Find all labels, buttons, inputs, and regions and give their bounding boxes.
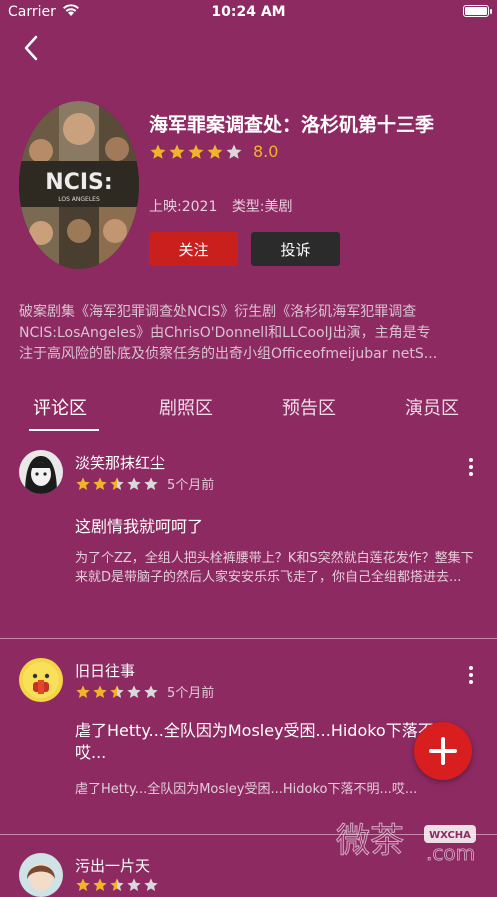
rating-stars <box>75 684 159 700</box>
star-icon <box>144 684 158 698</box>
comment-title: 这剧情我就呵呵了 <box>75 517 204 536</box>
star-icon <box>93 878 107 891</box>
tab-trailers[interactable]: 预告区 <box>282 394 336 420</box>
comment-body: 为了个ZZ，全组人把头栓裤腰带上？K和S突然就白莲花发作？整集下来就D是带脑子的… <box>75 551 474 585</box>
avatar[interactable] <box>19 853 63 897</box>
star-icon <box>110 476 124 490</box>
star-icon <box>93 476 107 490</box>
star-icon <box>150 144 166 159</box>
section-tabs: 评论区 剧照区 预告区 演员区 <box>0 394 497 434</box>
comment-body: 虐了Hetty...全队因为Mosley受困...Hidoko下落不明...哎.… <box>75 782 418 797</box>
add-comment-button[interactable] <box>414 722 472 780</box>
star-icon <box>144 878 158 891</box>
tab-cast[interactable]: 演员区 <box>405 394 459 420</box>
rating-stars <box>75 476 159 492</box>
poster-subtitle: LOS ANGELES <box>58 196 100 203</box>
star-icon <box>93 684 107 698</box>
comment-username[interactable]: 淡笑那抹红尘 <box>75 452 165 473</box>
genre: 类型:美剧 <box>231 199 293 215</box>
watermark-logo: 微茶 WXCHA .com <box>336 812 496 872</box>
comment-rating: 5个月前 <box>75 682 214 701</box>
star-icon <box>169 144 185 159</box>
star-icon <box>127 684 141 698</box>
comment-time: 5个月前 <box>167 478 215 493</box>
star-icon <box>127 476 141 490</box>
more-options-icon[interactable] <box>469 666 475 687</box>
battery-icon <box>463 5 492 17</box>
show-rating: 8.0 <box>149 142 278 161</box>
active-tab-indicator <box>29 429 99 431</box>
show-title: 海军罪案调查处：洛杉矶第十三季 <box>149 114 435 136</box>
avatar[interactable] <box>19 450 63 494</box>
star-icon <box>127 878 141 891</box>
star-icon <box>76 878 90 891</box>
star-icon <box>110 878 124 891</box>
show-poster: NCIS: LOS ANGELES <box>19 101 139 269</box>
star-icon <box>76 684 90 698</box>
comment-time: 5个月前 <box>167 686 215 701</box>
comment-rating: 5个月前 <box>75 474 214 493</box>
star-icon <box>188 144 204 159</box>
follow-button[interactable]: 关注 <box>149 232 238 266</box>
release-date: 上映:2021 <box>149 199 218 215</box>
report-button[interactable]: 投诉 <box>251 232 340 266</box>
avatar[interactable] <box>19 658 63 702</box>
star-icon <box>207 144 223 159</box>
description-line: 破案剧集《海军犯罪调查处NCIS》衍生剧《洛杉矶海军犯罪调查 <box>19 304 417 320</box>
comment-rating <box>75 877 159 893</box>
description-line: 注于高风险的卧底及侦察任务的出奇小组Officeofmeijubar netS.… <box>19 346 438 362</box>
rating-stars <box>149 143 243 161</box>
star-icon <box>110 684 124 698</box>
poster-title: NCIS: <box>45 170 112 195</box>
show-meta: 上映:2021 类型:美剧 <box>149 196 303 216</box>
rating-stars <box>75 877 159 893</box>
clock: 10:24 AM <box>211 4 286 20</box>
back-arrow-icon[interactable] <box>20 33 44 63</box>
description-line: NCIS:LosAngeles》由ChrisO'Donnell和LLCoolJ出… <box>19 325 431 341</box>
show-description[interactable]: 破案剧集《海军犯罪调查处NCIS》衍生剧《洛杉矶海军犯罪调查 NCIS:LosA… <box>19 302 479 365</box>
tab-comments[interactable]: 评论区 <box>33 394 87 420</box>
watermark-badge: WXCHA <box>429 830 471 841</box>
star-icon <box>144 476 158 490</box>
watermark-domain: .com <box>426 841 475 865</box>
plus-icon <box>429 737 457 765</box>
comment-username[interactable]: 污出一片天 <box>75 855 150 876</box>
watermark-text: 微茶 <box>336 821 404 861</box>
more-options-icon[interactable] <box>469 458 475 479</box>
tab-stills[interactable]: 剧照区 <box>159 394 213 420</box>
status-bar: Carrier 10:24 AM <box>0 0 497 26</box>
comment-username[interactable]: 旧日往事 <box>75 660 135 681</box>
star-icon <box>76 476 90 490</box>
divider <box>0 638 497 639</box>
star-icon <box>226 144 242 159</box>
rating-value: 8.0 <box>253 142 279 161</box>
